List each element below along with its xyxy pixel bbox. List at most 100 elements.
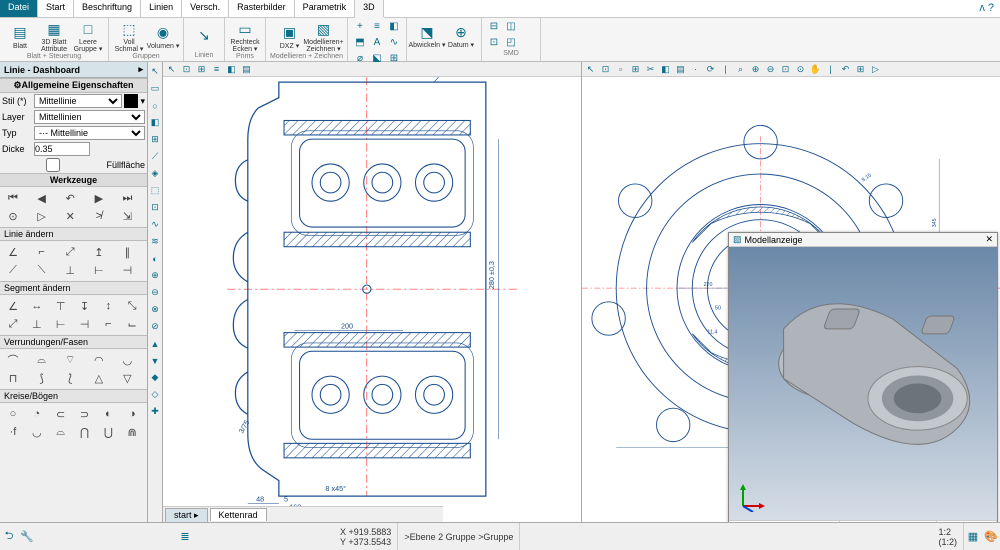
tool-button[interactable]: ↥ bbox=[88, 243, 110, 261]
view-tool-button[interactable]: ⟳ bbox=[704, 63, 717, 76]
view-tool-button[interactable]: · bbox=[689, 63, 702, 76]
vtool-button[interactable]: ▭ bbox=[149, 82, 162, 95]
view-tool-button[interactable]: ▤ bbox=[240, 63, 253, 76]
tool-button[interactable]: ◠ bbox=[88, 351, 110, 369]
ribbon-mini-button[interactable]: ◰ bbox=[503, 35, 519, 50]
tool-button[interactable]: ⊓ bbox=[2, 369, 24, 387]
tool-button[interactable]: ◐ bbox=[97, 405, 119, 423]
tab-beschriftung[interactable]: Beschriftung bbox=[74, 0, 141, 17]
tool-button[interactable]: ⏭ bbox=[116, 189, 138, 207]
preview-scene[interactable] bbox=[729, 247, 997, 520]
tab-rasterbilder[interactable]: Rasterbilder bbox=[229, 0, 295, 17]
tool-button[interactable]: ⊥ bbox=[26, 315, 48, 333]
rechteck-ecken-button[interactable]: ▭Rechteck Ecken ▾ bbox=[229, 19, 261, 53]
tool-button[interactable]: ≯ bbox=[88, 207, 110, 225]
tab-datei[interactable]: Datei bbox=[0, 0, 38, 17]
ribbon-mini-button[interactable]: ⬒ bbox=[352, 35, 368, 50]
tool-button[interactable]: ⊤ bbox=[50, 297, 72, 315]
tool-button[interactable]: ▷ bbox=[31, 207, 53, 225]
vtool-button[interactable]: ✚ bbox=[149, 405, 162, 418]
tool-button[interactable]: ⏮ bbox=[2, 189, 24, 207]
tool-button[interactable]: ⟆ bbox=[31, 369, 53, 387]
wrench-icon[interactable]: 🔧 bbox=[18, 530, 36, 543]
tool-button[interactable]: ⟍ bbox=[31, 261, 53, 279]
tool-button[interactable]: ⤢ bbox=[59, 243, 81, 261]
tool-button[interactable]: ⌓ bbox=[50, 423, 72, 441]
tab-start[interactable]: Start bbox=[38, 0, 74, 17]
tool-button[interactable]: ∠ bbox=[2, 243, 24, 261]
tool-button[interactable]: ↧ bbox=[74, 297, 96, 315]
vtool-button[interactable]: ○ bbox=[149, 99, 162, 112]
layer-select[interactable]: Mittellinien bbox=[34, 110, 145, 124]
tool-button[interactable]: ⤢ bbox=[2, 315, 24, 333]
tool-button[interactable]: △ bbox=[88, 369, 110, 387]
fill-checkbox[interactable] bbox=[2, 158, 104, 172]
section-verrundungen[interactable]: Verrundungen/Fasen bbox=[0, 335, 147, 349]
tool-button[interactable]: ⌒ bbox=[2, 351, 24, 369]
tool-button[interactable]: ✕ bbox=[59, 207, 81, 225]
vtool-button[interactable]: ⊞ bbox=[149, 133, 162, 146]
view-tool-button[interactable]: ✂ bbox=[644, 63, 657, 76]
vtool-button[interactable]: ⊖ bbox=[149, 286, 162, 299]
typ-select[interactable]: -·- Mittellinie bbox=[34, 126, 145, 140]
tool-button[interactable]: ⌙ bbox=[121, 315, 143, 333]
section-segment-aendern[interactable]: Segment ändern bbox=[0, 281, 147, 295]
ribbon-mini-button[interactable] bbox=[520, 35, 536, 50]
view-left[interactable]: ↖⊡⊞≡◧▤ bbox=[163, 62, 582, 522]
tool-button[interactable]: ⌐ bbox=[31, 243, 53, 261]
vtool-button[interactable]: ⊡ bbox=[149, 201, 162, 214]
dicke-input[interactable] bbox=[34, 142, 90, 156]
tool-button[interactable]: ▶ bbox=[88, 189, 110, 207]
section-linie-aendern[interactable]: Linie ändern bbox=[0, 227, 147, 241]
tab-3d[interactable]: 3D bbox=[355, 0, 384, 18]
layers-icon[interactable]: ≣ bbox=[176, 530, 194, 543]
abwickeln-button[interactable]: ⬔Abwickeln ▾ bbox=[411, 19, 443, 52]
status-scale[interactable]: 1:2(1:2) bbox=[932, 523, 964, 550]
model-preview-window[interactable]: ▧Modellanzeige✕ bbox=[728, 232, 998, 550]
ribbon-mini-button[interactable]: ∿ bbox=[386, 35, 402, 50]
palette-icon[interactable]: 🎨 bbox=[982, 530, 1000, 543]
tool-button[interactable]: ◡ bbox=[116, 351, 138, 369]
preview-titlebar[interactable]: ▧Modellanzeige✕ bbox=[729, 233, 997, 247]
tool-button[interactable]: ∥ bbox=[116, 243, 138, 261]
vtool-button[interactable]: ⊘ bbox=[149, 320, 162, 333]
tool-button[interactable]: ↔ bbox=[26, 297, 48, 315]
tool-button[interactable]: ◑ bbox=[121, 405, 143, 423]
tool-button[interactable]: ⊣ bbox=[74, 315, 96, 333]
view-tool-button[interactable]: ⊡ bbox=[180, 63, 193, 76]
tool-button[interactable]: ○ bbox=[2, 405, 24, 423]
view-tool-button[interactable]: ◧ bbox=[225, 63, 238, 76]
tool-button[interactable]: ·f bbox=[2, 423, 24, 441]
grid-toggle-icon[interactable]: ▦ bbox=[964, 530, 982, 543]
section-kreise-boegen[interactable]: Kreise/Bögen bbox=[0, 389, 147, 403]
vtool-button[interactable]: ◇ bbox=[149, 388, 162, 401]
tool-button[interactable]: ⟅ bbox=[59, 369, 81, 387]
tool-button[interactable]: ↕ bbox=[97, 297, 119, 315]
close-icon[interactable]: ✕ bbox=[985, 234, 993, 245]
help-icon[interactable]: ʌ ? bbox=[973, 0, 1000, 17]
vtool-button[interactable]: ⟋ bbox=[149, 150, 162, 163]
3d-blatt-attribute-button[interactable]: ▦3D Blatt Attribute bbox=[38, 19, 70, 53]
status-breadcrumb[interactable]: >Ebene 2 Gruppe >Gruppe bbox=[398, 523, 520, 550]
ribbon-mini-button[interactable]: ◫ bbox=[503, 19, 519, 34]
view-tool-button[interactable]: ⊙ bbox=[794, 63, 807, 76]
tool-button[interactable]: ▽ bbox=[116, 369, 138, 387]
view-tool-button[interactable]: ↖ bbox=[165, 63, 178, 76]
tool-button[interactable]: ⋒ bbox=[121, 423, 143, 441]
stil-select[interactable]: Mittellinie bbox=[34, 94, 122, 108]
view-tool-button[interactable]: ▫ bbox=[614, 63, 627, 76]
view-tool-button[interactable]: | bbox=[719, 63, 732, 76]
tool-button[interactable]: ⟋ bbox=[2, 261, 24, 279]
undo-icon[interactable]: ⮌ bbox=[0, 527, 18, 546]
tool-button[interactable]: ⊥ bbox=[59, 261, 81, 279]
view-tool-button[interactable]: ⌕ bbox=[734, 63, 747, 76]
vtool-button[interactable]: ◧ bbox=[149, 116, 162, 129]
tool-button[interactable]: ∠ bbox=[2, 297, 24, 315]
view-tool-button[interactable]: ◧ bbox=[659, 63, 672, 76]
tool-button[interactable]: ⊢ bbox=[50, 315, 72, 333]
view-tool-button[interactable]: ⊞ bbox=[195, 63, 208, 76]
blatt-button[interactable]: ▤Blatt bbox=[4, 19, 36, 53]
ribbon-mini-button[interactable]: ⊡ bbox=[486, 35, 502, 50]
voll-schmal-button[interactable]: ⬚Voll Schmal ▾ bbox=[113, 19, 145, 53]
color-swatch[interactable] bbox=[124, 94, 138, 108]
